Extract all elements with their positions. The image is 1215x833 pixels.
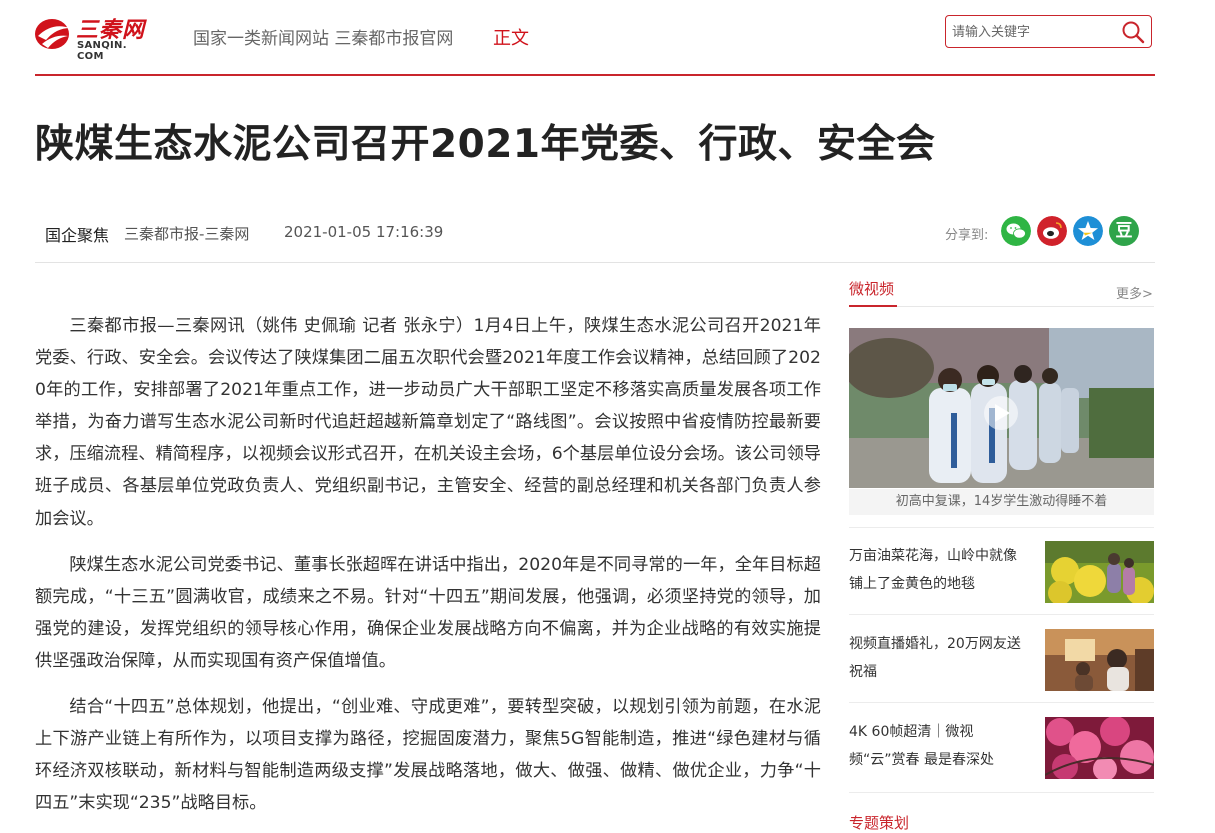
breadcrumb-current: 正文 <box>493 28 529 49</box>
logo-swirl-icon <box>35 19 70 49</box>
meta-divider <box>35 262 1155 263</box>
article-timestamp: 2021-01-05 17:16:39 <box>284 223 444 241</box>
video-list-item[interactable]: 4K 60帧超清｜微视频“云”赏春 最是春深处 <box>849 717 1154 781</box>
list-divider <box>849 702 1154 703</box>
list-divider <box>849 614 1154 615</box>
more-link[interactable]: 更多> <box>1116 283 1153 302</box>
featured-video-thumbnail[interactable] <box>849 328 1154 488</box>
article-paragraph: 陕煤生态水泥公司党委书记、董事长张超晖在讲话中指出，2020年是不同寻常的一年，… <box>35 554 821 671</box>
site-logo[interactable]: 三秦网 SANQIN. COM <box>34 12 152 62</box>
sidebar-heading[interactable]: 微视频 <box>849 278 894 299</box>
video-thumbnail[interactable] <box>1045 629 1154 691</box>
douban-icon[interactable]: 豆 <box>1109 216 1139 246</box>
site-slogan: 国家一类新闻网站 三秦都市报官网 <box>193 29 454 49</box>
article-title: 陕煤生态水泥公司召开2021年党委、行政、安全会 <box>35 122 936 167</box>
search-icon[interactable] <box>1121 20 1145 44</box>
sidebar-next-heading[interactable]: 专题策划 <box>849 812 909 833</box>
qzone-icon[interactable] <box>1073 216 1103 246</box>
weibo-icon[interactable] <box>1037 216 1067 246</box>
share-label: 分享到: <box>945 228 989 243</box>
header-divider <box>35 74 1155 76</box>
article-body: 三秦都市报—三秦网讯（姚伟 史佩瑜 记者 张永宁）1月4日上午，陕煤生态水泥公司… <box>35 310 821 833</box>
video-list-item[interactable]: 万亩油菜花海，山岭中就像铺上了金黄色的地毯 <box>849 541 1154 605</box>
douban-glyph: 豆 <box>1115 221 1133 241</box>
video-list-item-title[interactable]: 4K 60帧超清｜微视频“云”赏春 最是春深处 <box>849 718 1029 774</box>
video-list-item-title[interactable]: 万亩油菜花海，山岭中就像铺上了金黄色的地毯 <box>849 542 1029 598</box>
video-thumbnail[interactable] <box>1045 541 1154 603</box>
video-thumbnail[interactable] <box>1045 717 1154 779</box>
sidebar-heading-underline <box>849 305 897 307</box>
video-list-item-title[interactable]: 视频直播婚礼，20万网友送祝福 <box>849 630 1029 686</box>
article-source: 三秦都市报-三秦网 <box>124 225 250 243</box>
article-paragraph: 三秦都市报—三秦网讯（姚伟 史佩瑜 记者 张永宁）1月4日上午，陕煤生态水泥公司… <box>35 316 821 529</box>
wedding-livestream-photo <box>1045 629 1154 691</box>
featured-video-caption[interactable]: 初高中复课，14岁学生激动得睡不着 <box>849 489 1154 515</box>
article-paragraph: 结合“十四五”总体规划，他提出，“创业难、守成更难”，要转型突破，以规划引领为前… <box>35 697 821 814</box>
list-divider <box>849 527 1154 528</box>
article-category[interactable]: 国企聚焦 <box>45 222 109 246</box>
wechat-icon[interactable] <box>1001 216 1031 246</box>
list-divider <box>849 792 1154 793</box>
logo-text-en: SANQIN. COM <box>77 40 127 62</box>
search-box <box>945 15 1152 48</box>
spring-blossom-photo <box>1045 717 1154 779</box>
video-list-item[interactable]: 视频直播婚礼，20万网友送祝福 <box>849 629 1154 693</box>
search-input[interactable] <box>950 20 1119 45</box>
students-photo <box>849 328 1154 488</box>
rapeseed-field-photo <box>1045 541 1154 603</box>
